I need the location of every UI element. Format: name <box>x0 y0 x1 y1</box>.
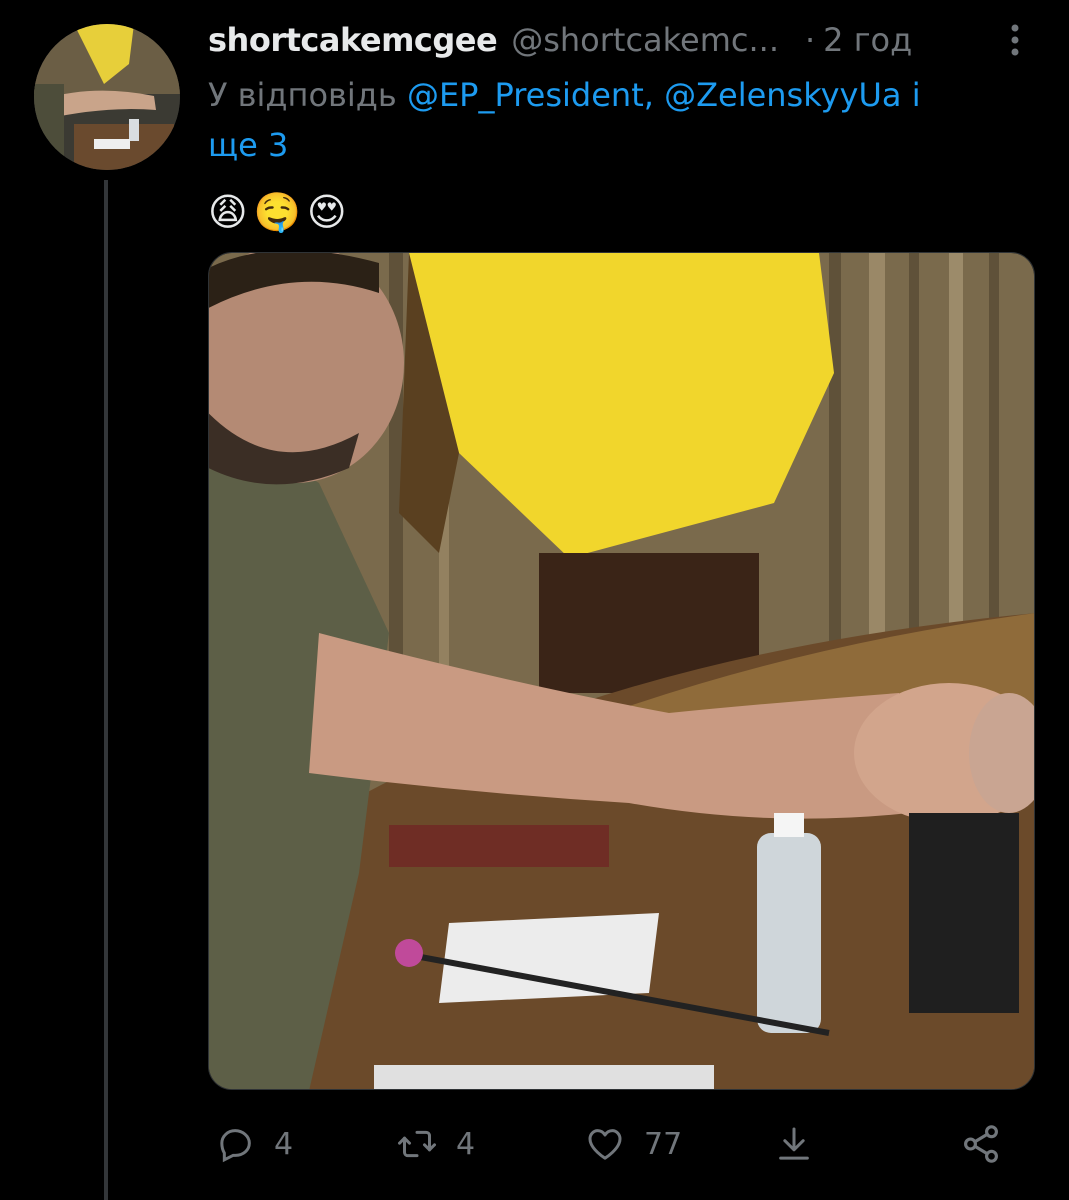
share-button[interactable] <box>960 1112 1002 1176</box>
reply-count: 4 <box>274 1126 294 1162</box>
tweet-photo[interactable] <box>208 252 1035 1090</box>
share-icon <box>964 1125 998 1163</box>
more-options-button[interactable] <box>1000 20 1030 60</box>
weary-face-emoji: 😩 <box>208 190 248 234</box>
reply-prefix: У відповідь <box>208 76 397 114</box>
avatar[interactable] <box>34 24 180 170</box>
user-handle[interactable]: @shortcakemc... <box>511 21 779 59</box>
reply-context: У відповідь @EP_President, @ZelenskyyUa … <box>208 70 1028 170</box>
more-vertical-icon <box>1011 24 1019 56</box>
mention-ep-president[interactable]: @EP_President, <box>407 76 654 114</box>
tweet-actions: 4 4 77 <box>208 1112 1028 1176</box>
separator-dot: · <box>805 21 816 59</box>
drooling-face-emoji: 🤤 <box>253 190 301 234</box>
heart-icon <box>588 1129 622 1160</box>
reply-conjunction: і <box>911 76 921 114</box>
like-count: 77 <box>644 1126 683 1162</box>
thread-line <box>104 180 108 1200</box>
mention-zelenskyy[interactable]: @ZelenskyyUa <box>664 76 901 114</box>
like-button[interactable]: 77 <box>584 1112 682 1176</box>
tweet-header: shortcakemcgee @shortcakemc... · 2 год <box>208 16 912 64</box>
tweet-text: 😩 🤤 😍 <box>208 186 347 238</box>
retweet-count: 4 <box>456 1126 476 1162</box>
retweet-button[interactable]: 4 <box>396 1112 475 1176</box>
reply-button[interactable]: 4 <box>216 1112 293 1176</box>
tweet: shortcakemcgee @shortcakemc... · 2 год У… <box>0 0 1069 1200</box>
download-icon <box>779 1127 809 1160</box>
download-button[interactable] <box>774 1112 814 1176</box>
heart-eyes-emoji: 😍 <box>306 190 347 234</box>
reply-more-link[interactable]: ще 3 <box>208 126 288 164</box>
timestamp[interactable]: 2 год <box>823 21 912 59</box>
reply-icon <box>220 1129 251 1163</box>
retweet-icon <box>398 1130 436 1158</box>
display-name[interactable]: shortcakemcgee <box>208 21 498 59</box>
